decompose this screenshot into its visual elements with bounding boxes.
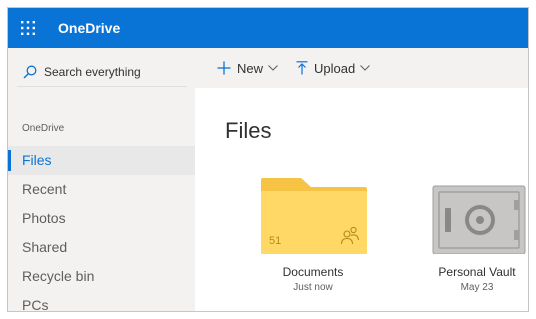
tile-name: Personal Vault (438, 265, 516, 279)
sidebar-heading: OneDrive (22, 123, 65, 134)
sidebar-item-photos[interactable]: Photos (8, 204, 195, 233)
main-content: Files 51 Documents Just now Personal Vau… (195, 88, 528, 311)
upload-icon (296, 61, 308, 75)
tile-date: May 23 (460, 282, 494, 293)
new-button[interactable]: New (217, 61, 278, 76)
sidebar-item-recycle-bin[interactable]: Recycle bin (8, 262, 195, 291)
folder-item-count: 51 (269, 235, 281, 247)
sidebar-nav: Files Recent Photos Shared Recycle bin P… (8, 146, 195, 311)
vault-icon (432, 185, 526, 255)
search-icon (23, 65, 37, 79)
tile-name: Documents (282, 265, 344, 279)
upload-button-label: Upload (314, 60, 356, 76)
app-title[interactable]: OneDrive (58, 20, 120, 36)
page-title: Files (225, 118, 272, 143)
command-bar: New Upload (195, 48, 528, 88)
onedrive-window: OneDrive Search everything OneDrive File… (7, 7, 529, 312)
sidebar-item-shared[interactable]: Shared (8, 233, 195, 262)
plus-icon (217, 61, 231, 75)
vault-tile-personal[interactable]: Personal Vault May 23 (417, 178, 528, 293)
waffle-icon (21, 21, 35, 35)
new-button-label: New (237, 60, 264, 76)
chevron-down-icon (360, 65, 371, 71)
tile-date: Just now (293, 282, 333, 293)
folder-tile-documents[interactable]: 51 Documents Just now (253, 178, 373, 293)
app-header: OneDrive (8, 8, 528, 48)
sidebar-item-pcs[interactable]: PCs (8, 291, 195, 311)
sidebar-item-files[interactable]: Files (8, 146, 195, 175)
sidebar: Search everything OneDrive Files Recent … (8, 48, 195, 311)
search-input[interactable]: Search everything (17, 58, 187, 87)
upload-button[interactable]: Upload (296, 60, 371, 76)
folder-icon: 51 (261, 178, 367, 254)
app-launcher-button[interactable] (8, 8, 48, 48)
search-placeholder: Search everything (44, 65, 141, 79)
sidebar-item-recent[interactable]: Recent (8, 175, 195, 204)
chevron-down-icon (268, 65, 278, 71)
